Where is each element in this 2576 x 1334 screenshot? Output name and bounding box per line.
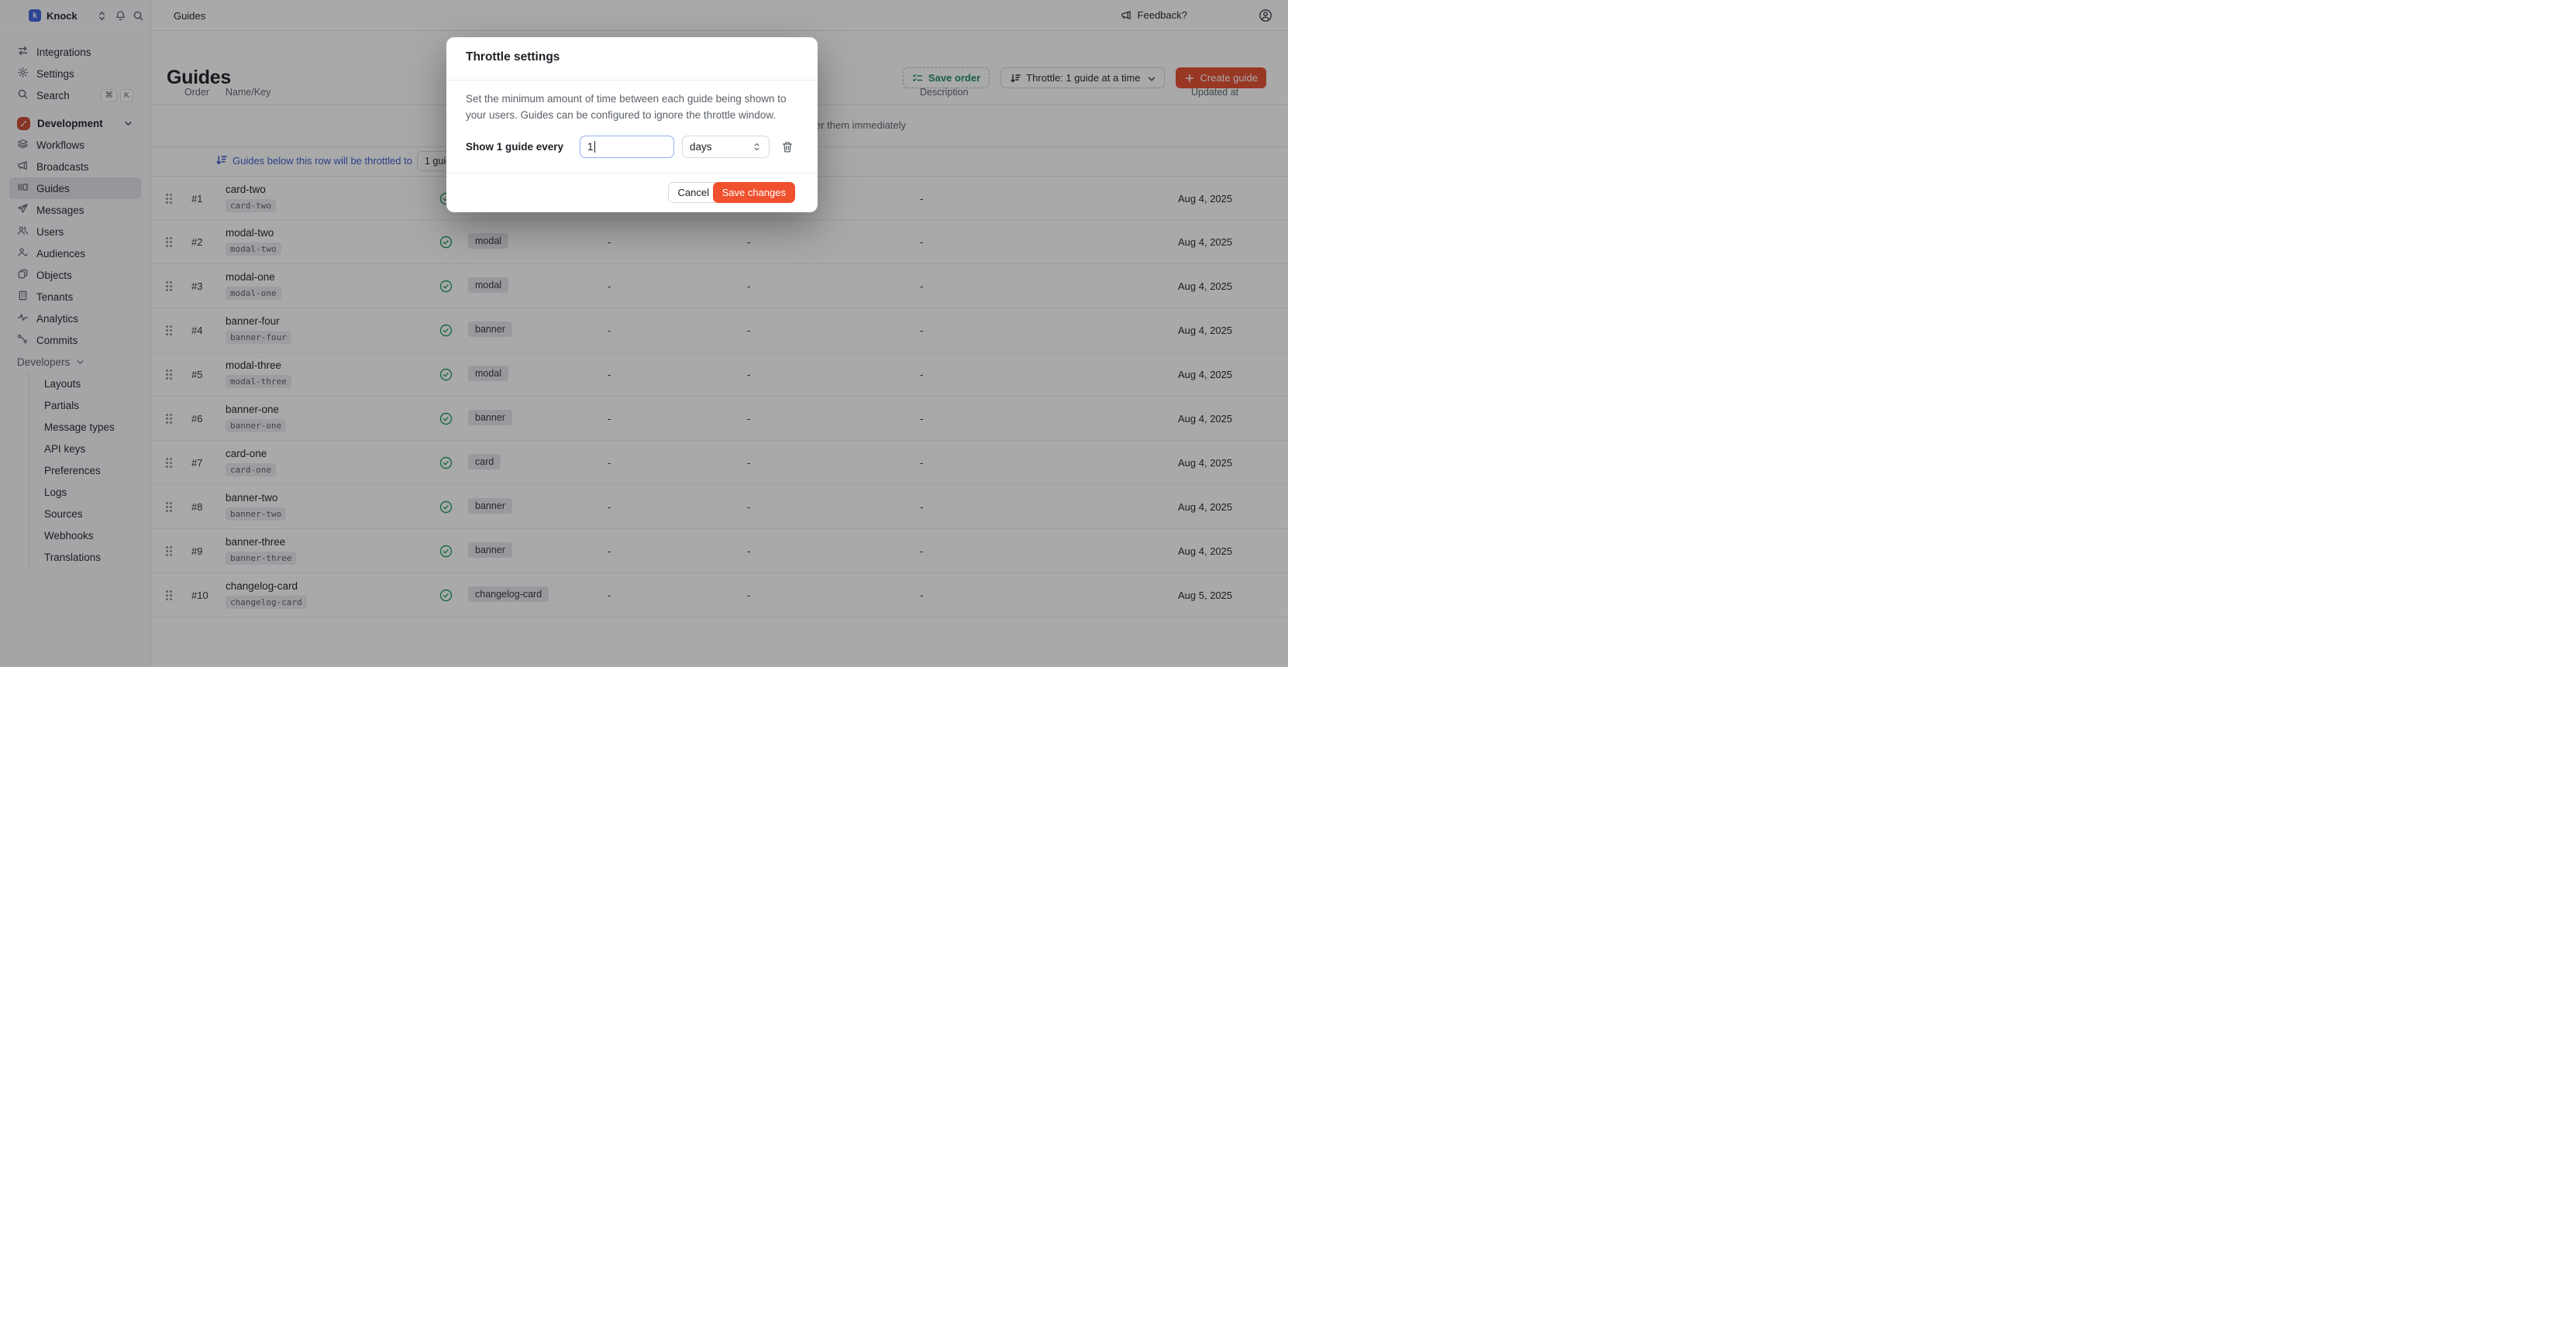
trash-icon[interactable] — [781, 141, 794, 153]
text-caret — [594, 141, 595, 153]
unit-selected-value: days — [690, 141, 712, 153]
modal-divider — [446, 80, 818, 81]
modal-title: Throttle settings — [466, 50, 560, 64]
save-changes-button[interactable]: Save changes — [713, 182, 795, 203]
modal-footer-divider — [446, 173, 818, 174]
select-updown-icon — [752, 142, 762, 152]
throttle-window-value-input[interactable]: 1 — [580, 136, 674, 158]
throttle-window-unit-select[interactable]: days — [682, 136, 770, 158]
cancel-button[interactable]: Cancel — [668, 182, 719, 203]
app-root: k Knock Guides Feedback? IntegrationsSet… — [0, 0, 1288, 667]
throttle-settings-modal: Throttle settings Set the minimum amount… — [446, 37, 818, 212]
modal-description: Set the minimum amount of time between e… — [466, 91, 801, 123]
input-value: 1 — [587, 141, 594, 153]
throttle-window-label: Show 1 guide every — [466, 141, 563, 153]
